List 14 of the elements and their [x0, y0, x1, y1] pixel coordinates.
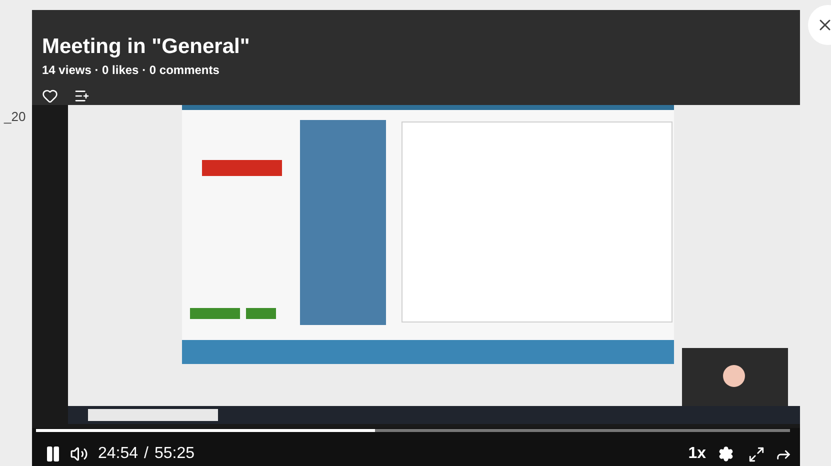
settings-button[interactable] [718, 446, 734, 462]
volume-button[interactable] [70, 445, 88, 463]
speed-button[interactable]: 1x [688, 442, 706, 466]
current-time: 24:54 [98, 444, 138, 464]
duration: 55:25 [154, 444, 195, 464]
like-button[interactable] [42, 88, 58, 104]
video-title: Meeting in "General" [42, 34, 250, 60]
progress-track[interactable] [36, 429, 790, 432]
time-separator: / [144, 444, 148, 464]
video-stats: 14 views · 0 likes · 0 comments [42, 62, 220, 78]
pause-button[interactable] [44, 445, 62, 463]
fullscreen-button[interactable] [748, 446, 765, 462]
page-text: _20 [4, 108, 26, 126]
add-to-playlist-button[interactable] [74, 88, 90, 104]
